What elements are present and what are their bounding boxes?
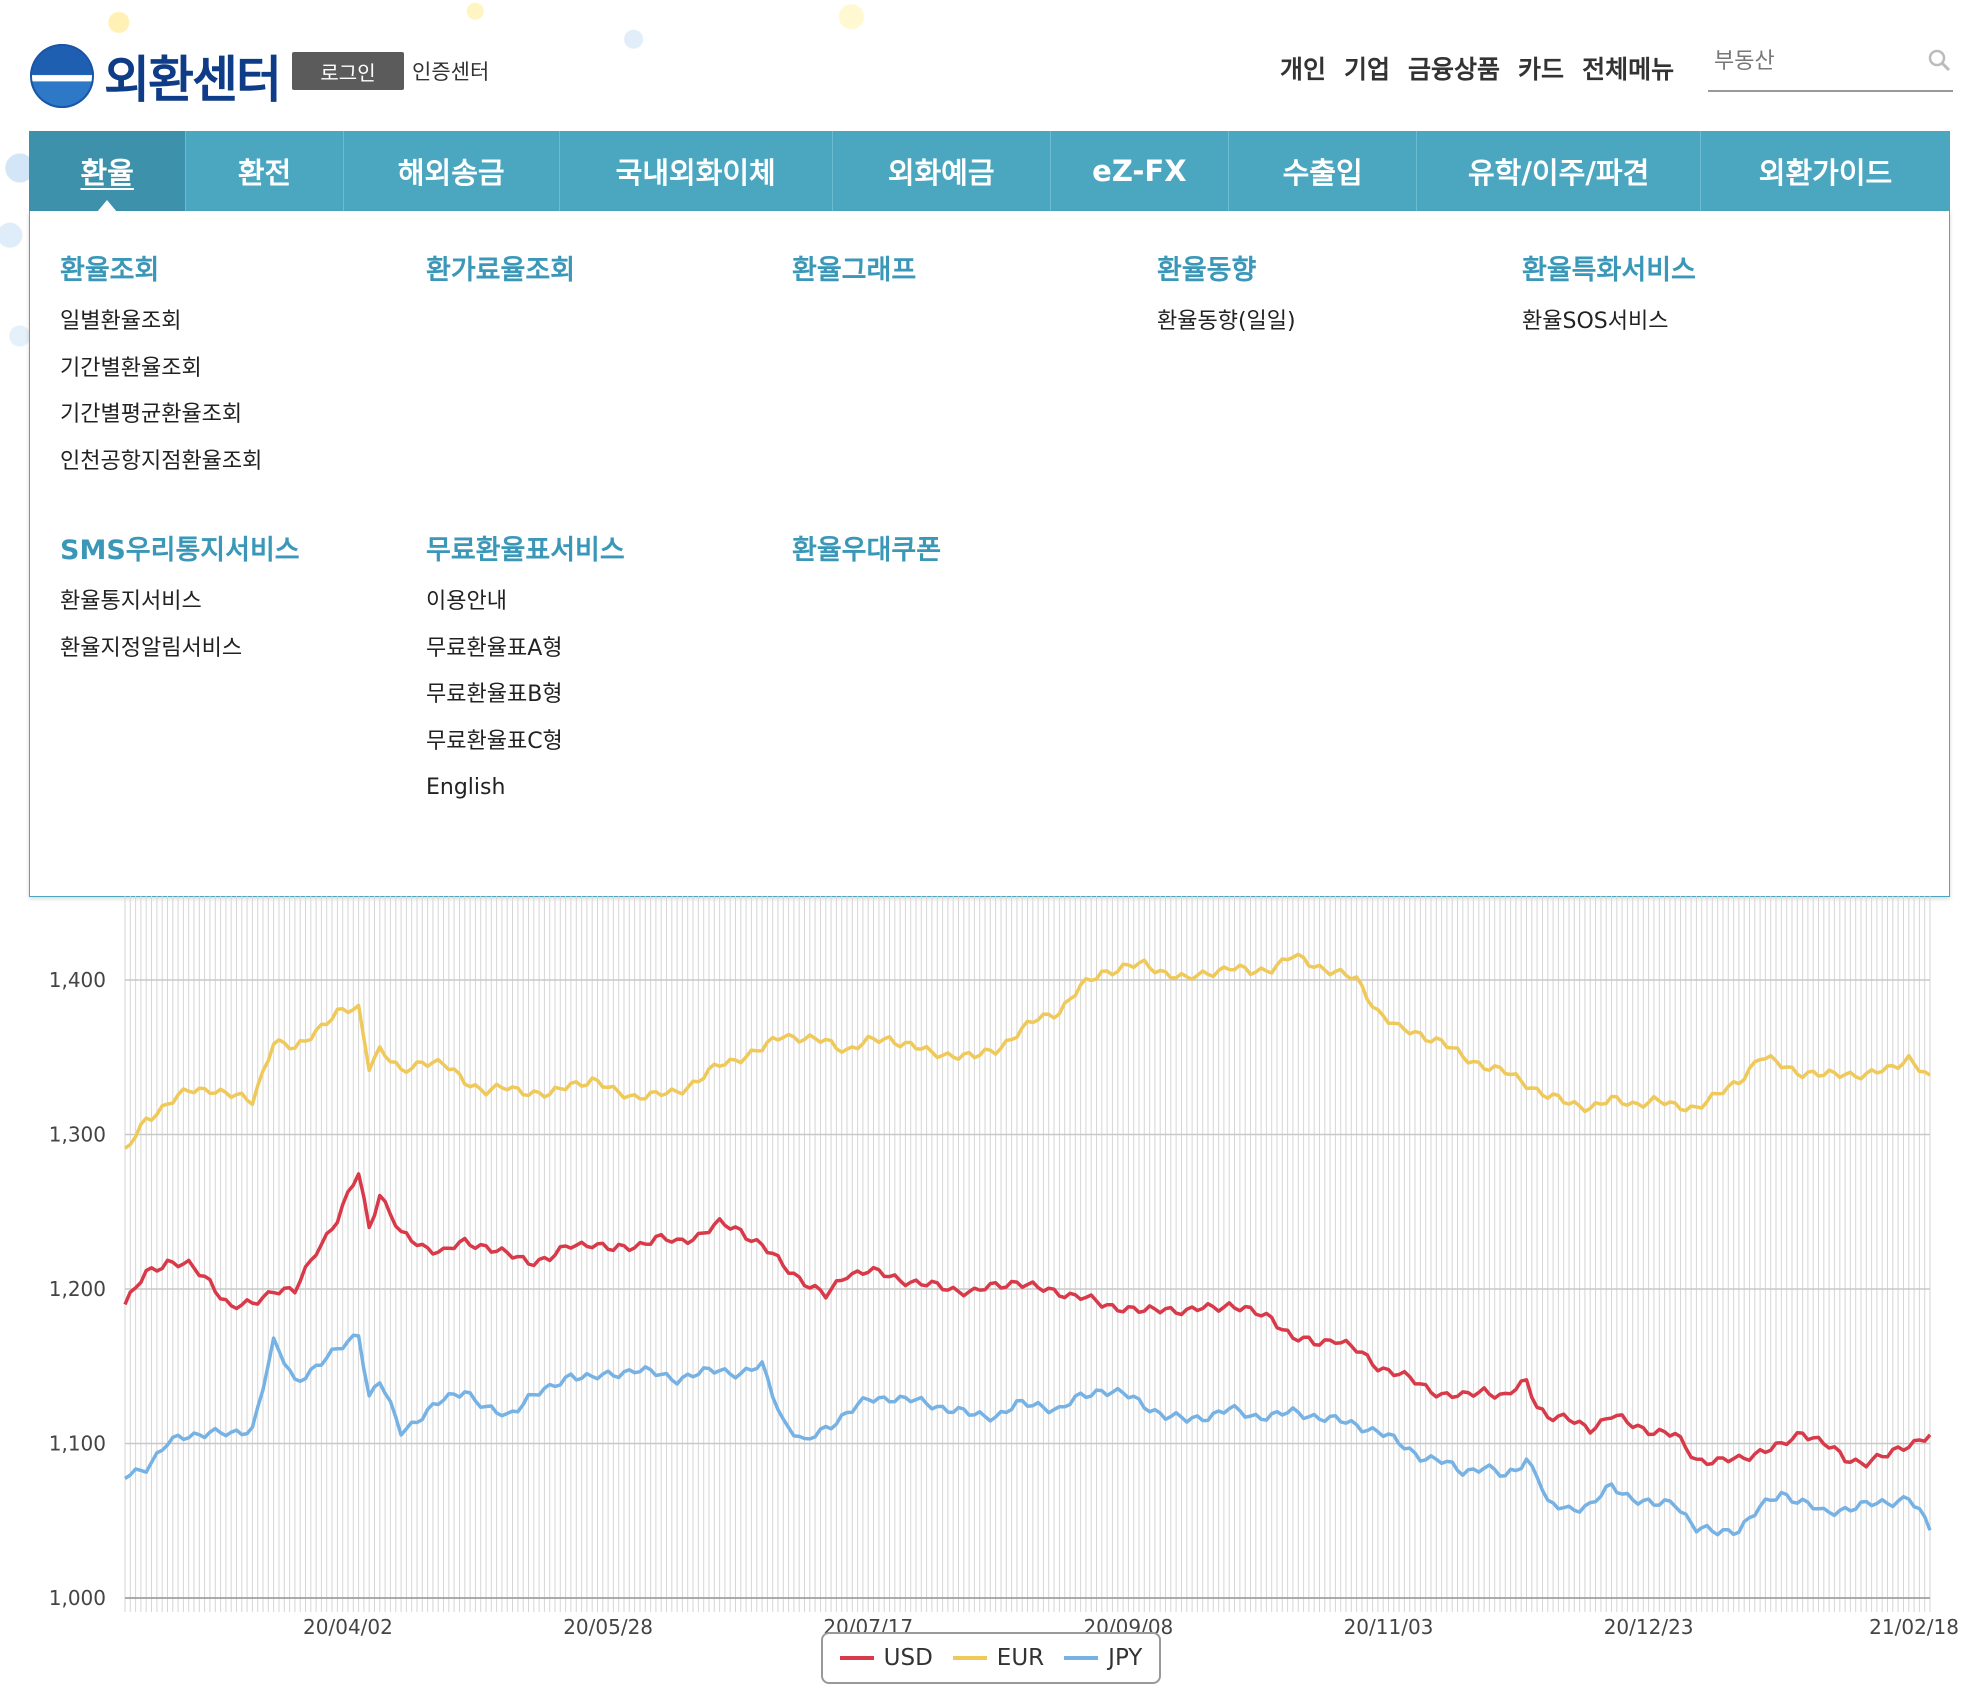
legend-item-eur[interactable]: EUR <box>952 1645 1045 1671</box>
top-link-card[interactable]: 카드 <box>1518 50 1564 86</box>
tab-import-export[interactable]: 수출입 <box>1229 131 1418 211</box>
tab-ez-fx[interactable]: eZ-FX <box>1051 131 1229 211</box>
legend-item-jpy[interactable]: JPY <box>1064 1645 1142 1671</box>
logo-icon <box>30 44 94 108</box>
search-box <box>1708 40 1953 92</box>
menu-group-title[interactable]: SMS우리통지서비스 <box>60 531 300 583</box>
exchange-rate-chart: 1,000 1,100 1,200 1,300 1,400 20/04/02 20/05/2… <box>49 896 1959 1639</box>
main-navigation: 환율 환전 해외송금 국내외화이체 외화예금 eZ-FX 수출입 유학/이주/파… <box>29 131 1950 212</box>
menu-group-title[interactable]: 환율우대쿠폰 <box>792 531 941 583</box>
menu-item-usage-guide[interactable]: 이용안내 <box>426 583 625 630</box>
tab-overseas-remittance[interactable]: 해외송금 <box>344 131 560 211</box>
menu-group-rate-trend: 환율동향 환율동향(일일) <box>1157 251 1296 350</box>
tab-currency-exchange[interactable]: 환전 <box>186 131 344 211</box>
menu-group-title[interactable]: 환율그래프 <box>792 251 916 303</box>
menu-group-rate-inquiry: 환율조회 일별환율조회 기간별환율조회 기간별평균환율조회 인천공항지점환율조회 <box>60 251 262 489</box>
menu-group-title[interactable]: 환율특화서비스 <box>1522 251 1696 303</box>
y-tick-label: 1,100 <box>49 1432 106 1456</box>
tab-exchange-rate[interactable]: 환율 <box>29 131 187 212</box>
x-tick-label: 20/05/28 <box>563 1615 653 1639</box>
menu-item-rate-alert[interactable]: 환율지정알림서비스 <box>60 630 300 677</box>
legend-label-usd: USD <box>883 1645 933 1671</box>
menu-item-daily-rate[interactable]: 일별환율조회 <box>60 303 262 350</box>
x-tick-label: 20/11/03 <box>1344 1615 1434 1639</box>
top-link-all-menu[interactable]: 전체메뉴 <box>1582 50 1674 86</box>
cert-center-link[interactable]: 인증센터 <box>412 56 489 86</box>
tab-fx-deposit[interactable]: 외화예금 <box>833 131 1051 211</box>
x-tick-label: 20/12/23 <box>1604 1615 1694 1639</box>
tab-domestic-fx-transfer[interactable]: 국내외화이체 <box>560 131 833 211</box>
site-logo[interactable]: 외환센터 <box>30 40 282 112</box>
search-icon[interactable] <box>1927 48 1951 72</box>
search-input[interactable] <box>1708 40 1906 82</box>
top-link-personal[interactable]: 개인 <box>1280 50 1326 86</box>
tab-fx-guide[interactable]: 외환가이드 <box>1701 131 1950 211</box>
y-tick-label: 1,000 <box>49 1586 106 1610</box>
top-utility-nav: 개인 기업 금융상품 카드 전체메뉴 <box>1280 50 1674 86</box>
top-link-business[interactable]: 기업 <box>1344 50 1390 86</box>
menu-item-table-a[interactable]: 무료환율표A형 <box>426 630 625 677</box>
menu-group-title[interactable]: 환율조회 <box>60 251 262 303</box>
x-tick-label: 21/02/18 <box>1869 1615 1959 1639</box>
y-tick-label: 1,400 <box>49 968 106 992</box>
menu-item-incheon-airport-rate[interactable]: 인천공항지점환율조회 <box>60 443 262 490</box>
y-tick-label: 1,300 <box>49 1123 106 1147</box>
menu-group-exchange-commission: 환가료율조회 <box>426 251 575 303</box>
legend-swatch-usd <box>839 1656 874 1660</box>
menu-group-title[interactable]: 무료환율표서비스 <box>426 531 625 583</box>
top-link-products[interactable]: 금융상품 <box>1408 50 1500 86</box>
menu-group-special-service: 환율특화서비스 환율SOS서비스 <box>1522 251 1696 350</box>
menu-group-rate-graph: 환율그래프 <box>792 251 916 303</box>
login-button[interactable]: 로그인 <box>292 52 404 90</box>
logo-text: 외환센터 <box>104 51 282 109</box>
x-tick-label: 20/04/02 <box>303 1615 393 1639</box>
site-header: 외환센터 로그인 인증센터 개인 기업 금융상품 카드 전체메뉴 <box>0 0 1980 130</box>
menu-item-rate-notify[interactable]: 환율통지서비스 <box>60 583 300 630</box>
legend-label-jpy: JPY <box>1108 1645 1143 1671</box>
menu-group-title[interactable]: 환가료율조회 <box>426 251 575 303</box>
menu-group-free-rate-table: 무료환율표서비스 이용안내 무료환율표A형 무료환율표B형 무료환율표C형 En… <box>426 531 625 816</box>
legend-item-usd[interactable]: USD <box>839 1645 933 1671</box>
y-tick-label: 1,200 <box>49 1277 106 1301</box>
menu-item-english[interactable]: English <box>426 769 625 816</box>
menu-group-title[interactable]: 환율동향 <box>1157 251 1296 303</box>
menu-group-sms-notify: SMS우리통지서비스 환율통지서비스 환율지정알림서비스 <box>60 531 300 676</box>
legend-label-eur: EUR <box>996 1645 1045 1671</box>
menu-group-rate-coupon: 환율우대쿠폰 <box>792 531 941 583</box>
menu-item-period-rate[interactable]: 기간별환율조회 <box>60 350 262 397</box>
menu-item-daily-trend[interactable]: 환율동향(일일) <box>1157 303 1296 350</box>
menu-item-sos-service[interactable]: 환율SOS서비스 <box>1522 303 1696 350</box>
menu-item-table-b[interactable]: 무료환율표B형 <box>426 676 625 723</box>
menu-item-table-c[interactable]: 무료환율표C형 <box>426 723 625 770</box>
legend-swatch-jpy <box>1064 1656 1099 1660</box>
tab-study-immigration[interactable]: 유학/이주/파견 <box>1417 131 1702 211</box>
legend-swatch-eur <box>952 1656 987 1660</box>
menu-item-period-average-rate[interactable]: 기간별평균환율조회 <box>60 396 262 443</box>
mega-menu-dropdown: 환율조회 일별환율조회 기간별환율조회 기간별평균환율조회 인천공항지점환율조회… <box>29 211 1950 897</box>
chart-legend: USD EUR JPY <box>821 1632 1161 1684</box>
